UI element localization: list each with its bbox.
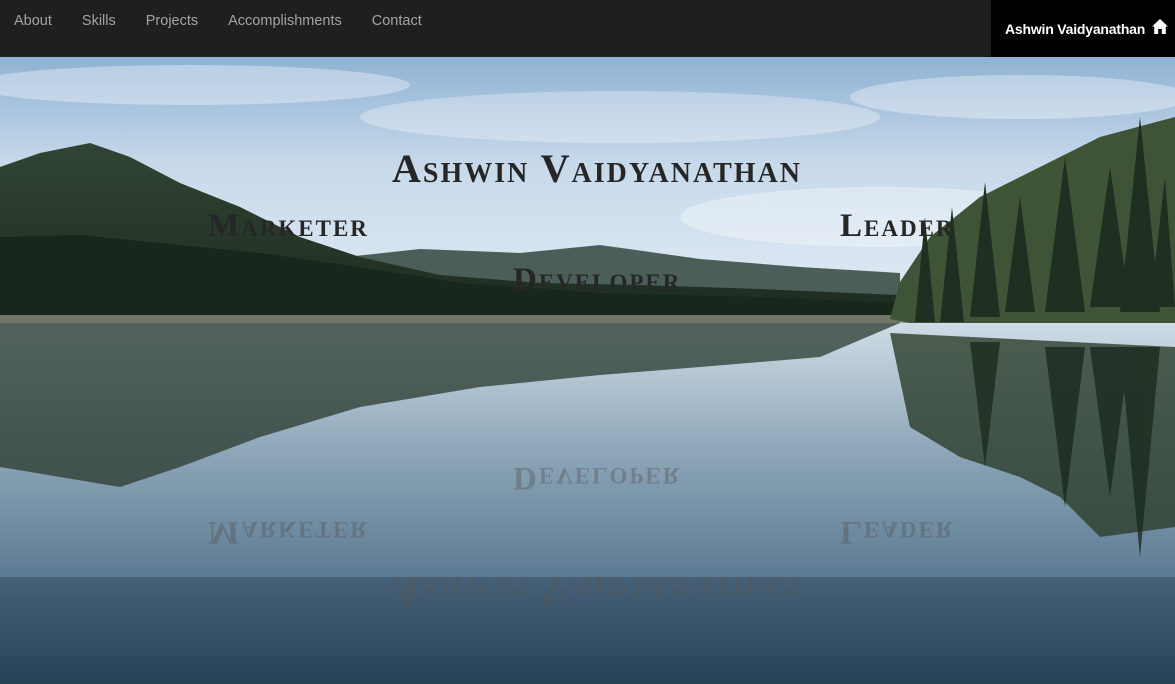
role-leader: Leader [840,208,955,244]
nav-link-contact[interactable]: Contact [357,0,437,57]
role-marketer-reflection: Marketer [208,514,369,550]
role-developer: Developer [513,262,682,298]
nav-link-skills[interactable]: Skills [67,0,131,57]
top-navbar: About Skills Projects Accomplishments Co… [0,0,1175,58]
brand-name: Ashwin Vaidyanathan [1005,20,1146,37]
nav-link-about[interactable]: About [0,0,67,57]
home-icon [1152,19,1169,34]
hero-name-reflection: Ashwin Vaidyanathan [392,569,802,614]
role-leader-reflection: Leader [840,514,955,550]
role-developer-reflection: Developer [513,460,682,496]
nav-links: About Skills Projects Accomplishments Co… [0,0,437,57]
role-marketer: Marketer [208,208,369,244]
nav-link-projects[interactable]: Projects [131,0,213,57]
hero-name-heading: Ashwin Vaidyanathan [392,146,802,191]
nav-link-accomplishments[interactable]: Accomplishments [213,0,357,57]
brand-home-link[interactable]: Ashwin Vaidyanathan [991,0,1175,57]
hero-section: Ashwin Vaidyanathan Marketer Leader Deve… [0,57,1175,684]
